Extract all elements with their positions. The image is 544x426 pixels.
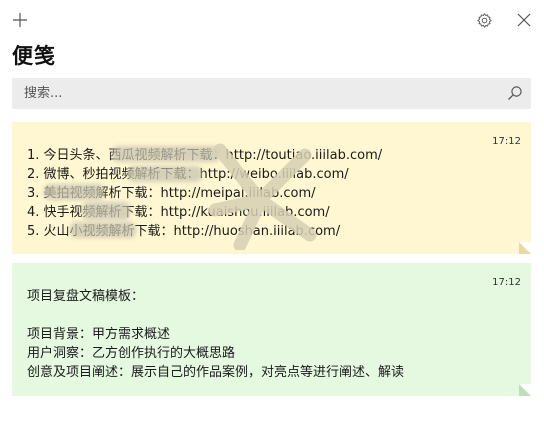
search-button[interactable] <box>505 83 525 103</box>
close-icon <box>517 13 531 27</box>
note-line: 用户洞察：乙方创作执行的大概思路 <box>27 346 236 361</box>
note-line <box>27 306 517 325</box>
sticky-note-2[interactable]: 17:12 项目复盘文稿模板： 项目背景：甲方需求概述 用户洞察：乙方创作执行的… <box>12 263 531 396</box>
page-title: 便笺 <box>12 44 56 68</box>
note-fold <box>519 384 531 396</box>
note-line: 创意及项目阐述：展示自己的作品案例，对亮点等进行阐述、解读 <box>27 365 405 380</box>
search-input[interactable] <box>12 78 492 109</box>
note-fold <box>519 242 531 254</box>
add-note-button[interactable] <box>9 9 31 31</box>
gear-icon <box>476 12 492 28</box>
title-bar <box>0 0 544 40</box>
redaction-smudge <box>82 202 130 220</box>
redaction-smudge <box>128 166 202 182</box>
plus-icon <box>13 13 27 27</box>
search-bar <box>12 78 531 109</box>
search-icon <box>508 86 522 100</box>
redaction-smudge <box>70 222 136 238</box>
close-button[interactable] <box>513 9 535 31</box>
settings-button[interactable] <box>473 9 495 31</box>
note-line: 项目复盘文稿模板： <box>27 289 145 304</box>
redaction-brush-stroke <box>208 143 317 250</box>
redaction-smudge <box>44 184 104 200</box>
note-line: 项目背景：甲方需求概述 <box>27 327 171 342</box>
note-body: 项目复盘文稿模板： 项目背景：甲方需求概述 用户洞察：乙方创作执行的大概思路 创… <box>27 287 517 382</box>
